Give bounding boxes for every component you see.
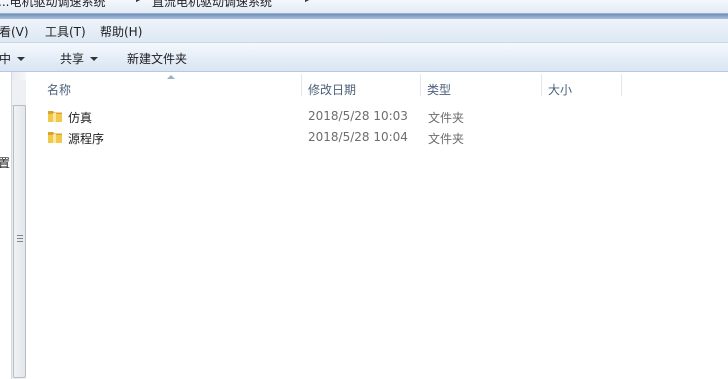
folder-icon — [47, 129, 63, 148]
share-button[interactable]: 共享 — [60, 50, 99, 67]
file-type: 文件夹 — [428, 111, 465, 125]
column-divider[interactable] — [621, 74, 622, 96]
column-divider[interactable] — [541, 74, 542, 96]
file-name: 仿真 — [68, 111, 93, 125]
include-in-library-button[interactable]: 中 — [0, 50, 26, 67]
file-date-modified: 2018/5/28 10:04 — [308, 130, 408, 144]
breadcrumb-item[interactable]: ...电机驱动调速系统 — [0, 0, 105, 10]
folder-icon — [47, 108, 63, 127]
column-header-row: 名称 修改日期 类型 大小 — [26, 72, 728, 100]
nav-item-label[interactable]: 置 — [0, 154, 10, 171]
menu-tools[interactable]: 工具(T) — [45, 23, 86, 40]
breadcrumb-separator-icon[interactable]: ▶ — [305, 0, 312, 4]
scrollbar-thumb[interactable] — [13, 105, 26, 378]
chevron-down-icon — [90, 57, 99, 61]
share-label: 共享 — [60, 52, 85, 66]
column-divider[interactable] — [301, 74, 302, 96]
sort-ascending-icon — [167, 75, 175, 79]
include-in-library-label: 中 — [0, 52, 12, 66]
chevron-down-icon — [17, 57, 26, 61]
column-header-name[interactable]: 名称 — [47, 81, 71, 98]
scrollbar-grip-icon — [17, 235, 23, 244]
file-type: 文件夹 — [428, 132, 465, 146]
address-bar[interactable]: ...电机驱动调速系统 ▶ 直流电机驱动调速系统 ▶ — [0, 0, 728, 14]
file-date-modified: 2018/5/28 10:03 — [308, 109, 408, 123]
column-header-type[interactable]: 类型 — [427, 81, 451, 98]
file-name: 源程序 — [68, 132, 105, 146]
breadcrumb-separator-icon[interactable]: ▶ — [136, 0, 143, 4]
nav-pane-scrollbar[interactable] — [11, 72, 27, 379]
file-list[interactable]: 名称 修改日期 类型 大小 仿真 2018/5/28 10:03 文件夹 源程序… — [26, 72, 728, 379]
command-bar: 中 共享 新建文件夹 — [0, 43, 728, 72]
file-row[interactable]: 仿真 2018/5/28 10:03 文件夹 — [44, 106, 484, 127]
breadcrumb-item[interactable]: 直流电机驱动调速系统 — [152, 0, 272, 10]
menu-help[interactable]: 帮助(H) — [100, 23, 142, 40]
menu-bar: 看(V) 工具(T) 帮助(H) — [0, 19, 728, 43]
column-header-size[interactable]: 大小 — [548, 81, 572, 98]
scroll-up-button[interactable] — [12, 80, 26, 106]
column-divider[interactable] — [420, 74, 421, 96]
new-folder-button[interactable]: 新建文件夹 — [127, 50, 187, 67]
file-row[interactable]: 源程序 2018/5/28 10:04 文件夹 — [44, 127, 484, 148]
menu-view[interactable]: 看(V) — [0, 23, 29, 40]
column-header-date-modified[interactable]: 修改日期 — [308, 81, 356, 98]
